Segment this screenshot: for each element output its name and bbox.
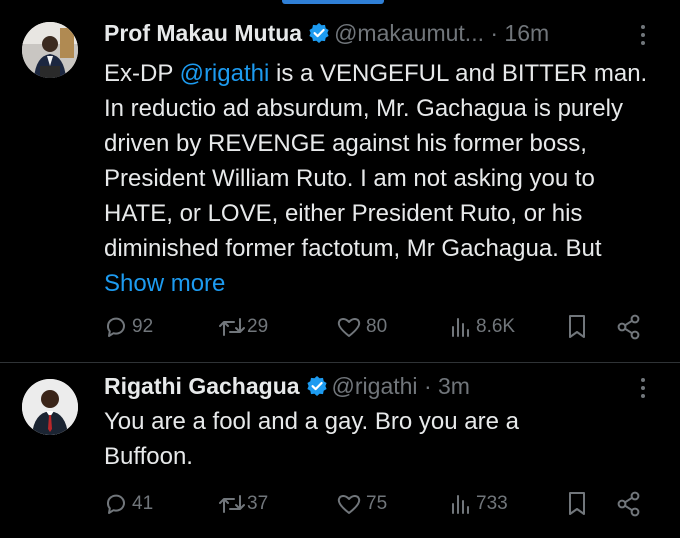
views-button[interactable]: 733 bbox=[450, 489, 508, 519]
views-icon bbox=[452, 495, 469, 514]
retweet-button[interactable]: 29 bbox=[218, 312, 268, 342]
author-name[interactable]: Rigathi Gachagua bbox=[104, 373, 300, 399]
retweet-icon bbox=[219, 318, 245, 336]
retweet-count: 29 bbox=[247, 316, 269, 337]
show-more-link[interactable]: Show more bbox=[104, 270, 225, 297]
reply-button[interactable]: 41 bbox=[104, 489, 153, 519]
more-icon[interactable] bbox=[640, 378, 646, 402]
retweet-icon bbox=[219, 495, 245, 513]
mention-link[interactable]: @rigathi bbox=[180, 60, 270, 87]
tweet-text: Ex-DP @rigathi is a VENGEFUL and BITTER … bbox=[104, 56, 664, 301]
like-button[interactable]: 75 bbox=[336, 489, 387, 519]
views-icon bbox=[452, 318, 469, 337]
reply-button[interactable]: 92 bbox=[104, 312, 153, 342]
like-count: 80 bbox=[366, 316, 388, 337]
avatar[interactable] bbox=[22, 22, 78, 78]
bookmark-icon bbox=[569, 492, 585, 515]
tweet-header: Rigathi Gachagua @rigathi · 3m bbox=[104, 373, 470, 403]
tweet-text-prefix: Ex-DP bbox=[104, 60, 180, 87]
reply-icon bbox=[106, 494, 125, 514]
tweet-makau-mutua[interactable]: Prof Makau Mutua @makaumut... · 16m Ex-DP… bbox=[0, 0, 680, 362]
retweet-button[interactable]: 37 bbox=[218, 489, 268, 519]
verified-badge-icon bbox=[308, 22, 330, 50]
share-button[interactable] bbox=[616, 489, 642, 519]
like-icon bbox=[337, 495, 361, 514]
bookmark-button[interactable] bbox=[566, 489, 588, 519]
bookmark-button[interactable] bbox=[566, 312, 588, 342]
like-button[interactable]: 80 bbox=[336, 312, 387, 342]
author-name[interactable]: Prof Makau Mutua bbox=[104, 20, 302, 46]
retweet-count: 37 bbox=[247, 493, 269, 514]
like-count: 75 bbox=[366, 493, 388, 514]
verified-badge-icon bbox=[306, 375, 328, 403]
tweet-text-rest: is a VENGEFUL and BITTER man. In reducti… bbox=[104, 60, 648, 262]
timestamp[interactable]: · 16m bbox=[490, 20, 549, 46]
author-handle[interactable]: @rigathi bbox=[332, 373, 418, 399]
timestamp[interactable]: · 3m bbox=[424, 373, 470, 399]
share-icon bbox=[617, 314, 640, 340]
like-icon bbox=[337, 318, 361, 337]
reply-count: 41 bbox=[132, 493, 154, 514]
share-button[interactable] bbox=[616, 312, 642, 342]
reply-count: 92 bbox=[132, 316, 154, 337]
reply-icon bbox=[106, 317, 125, 337]
views-button[interactable]: 8.6K bbox=[450, 312, 515, 342]
tweet-actions: 92 29 80 8.6K bbox=[104, 312, 664, 342]
tweet-header: Prof Makau Mutua @makaumut... · 16m bbox=[104, 20, 549, 50]
views-count: 733 bbox=[476, 493, 508, 514]
tweet-actions: 41 37 75 733 bbox=[104, 489, 664, 519]
views-count: 8.6K bbox=[476, 316, 516, 337]
tweet-text-content: You are a fool and a gay. Bro you are a … bbox=[104, 408, 519, 470]
share-icon bbox=[617, 491, 640, 517]
tweet-rigathi-gachagua[interactable]: Rigathi Gachagua @rigathi · 3m You are a … bbox=[0, 363, 680, 538]
author-handle[interactable]: @makaumut... bbox=[334, 20, 484, 46]
more-icon[interactable] bbox=[640, 25, 646, 49]
tweet-text: You are a fool and a gay. Bro you are a … bbox=[104, 404, 574, 474]
bookmark-icon bbox=[569, 315, 585, 338]
avatar[interactable] bbox=[22, 379, 78, 435]
